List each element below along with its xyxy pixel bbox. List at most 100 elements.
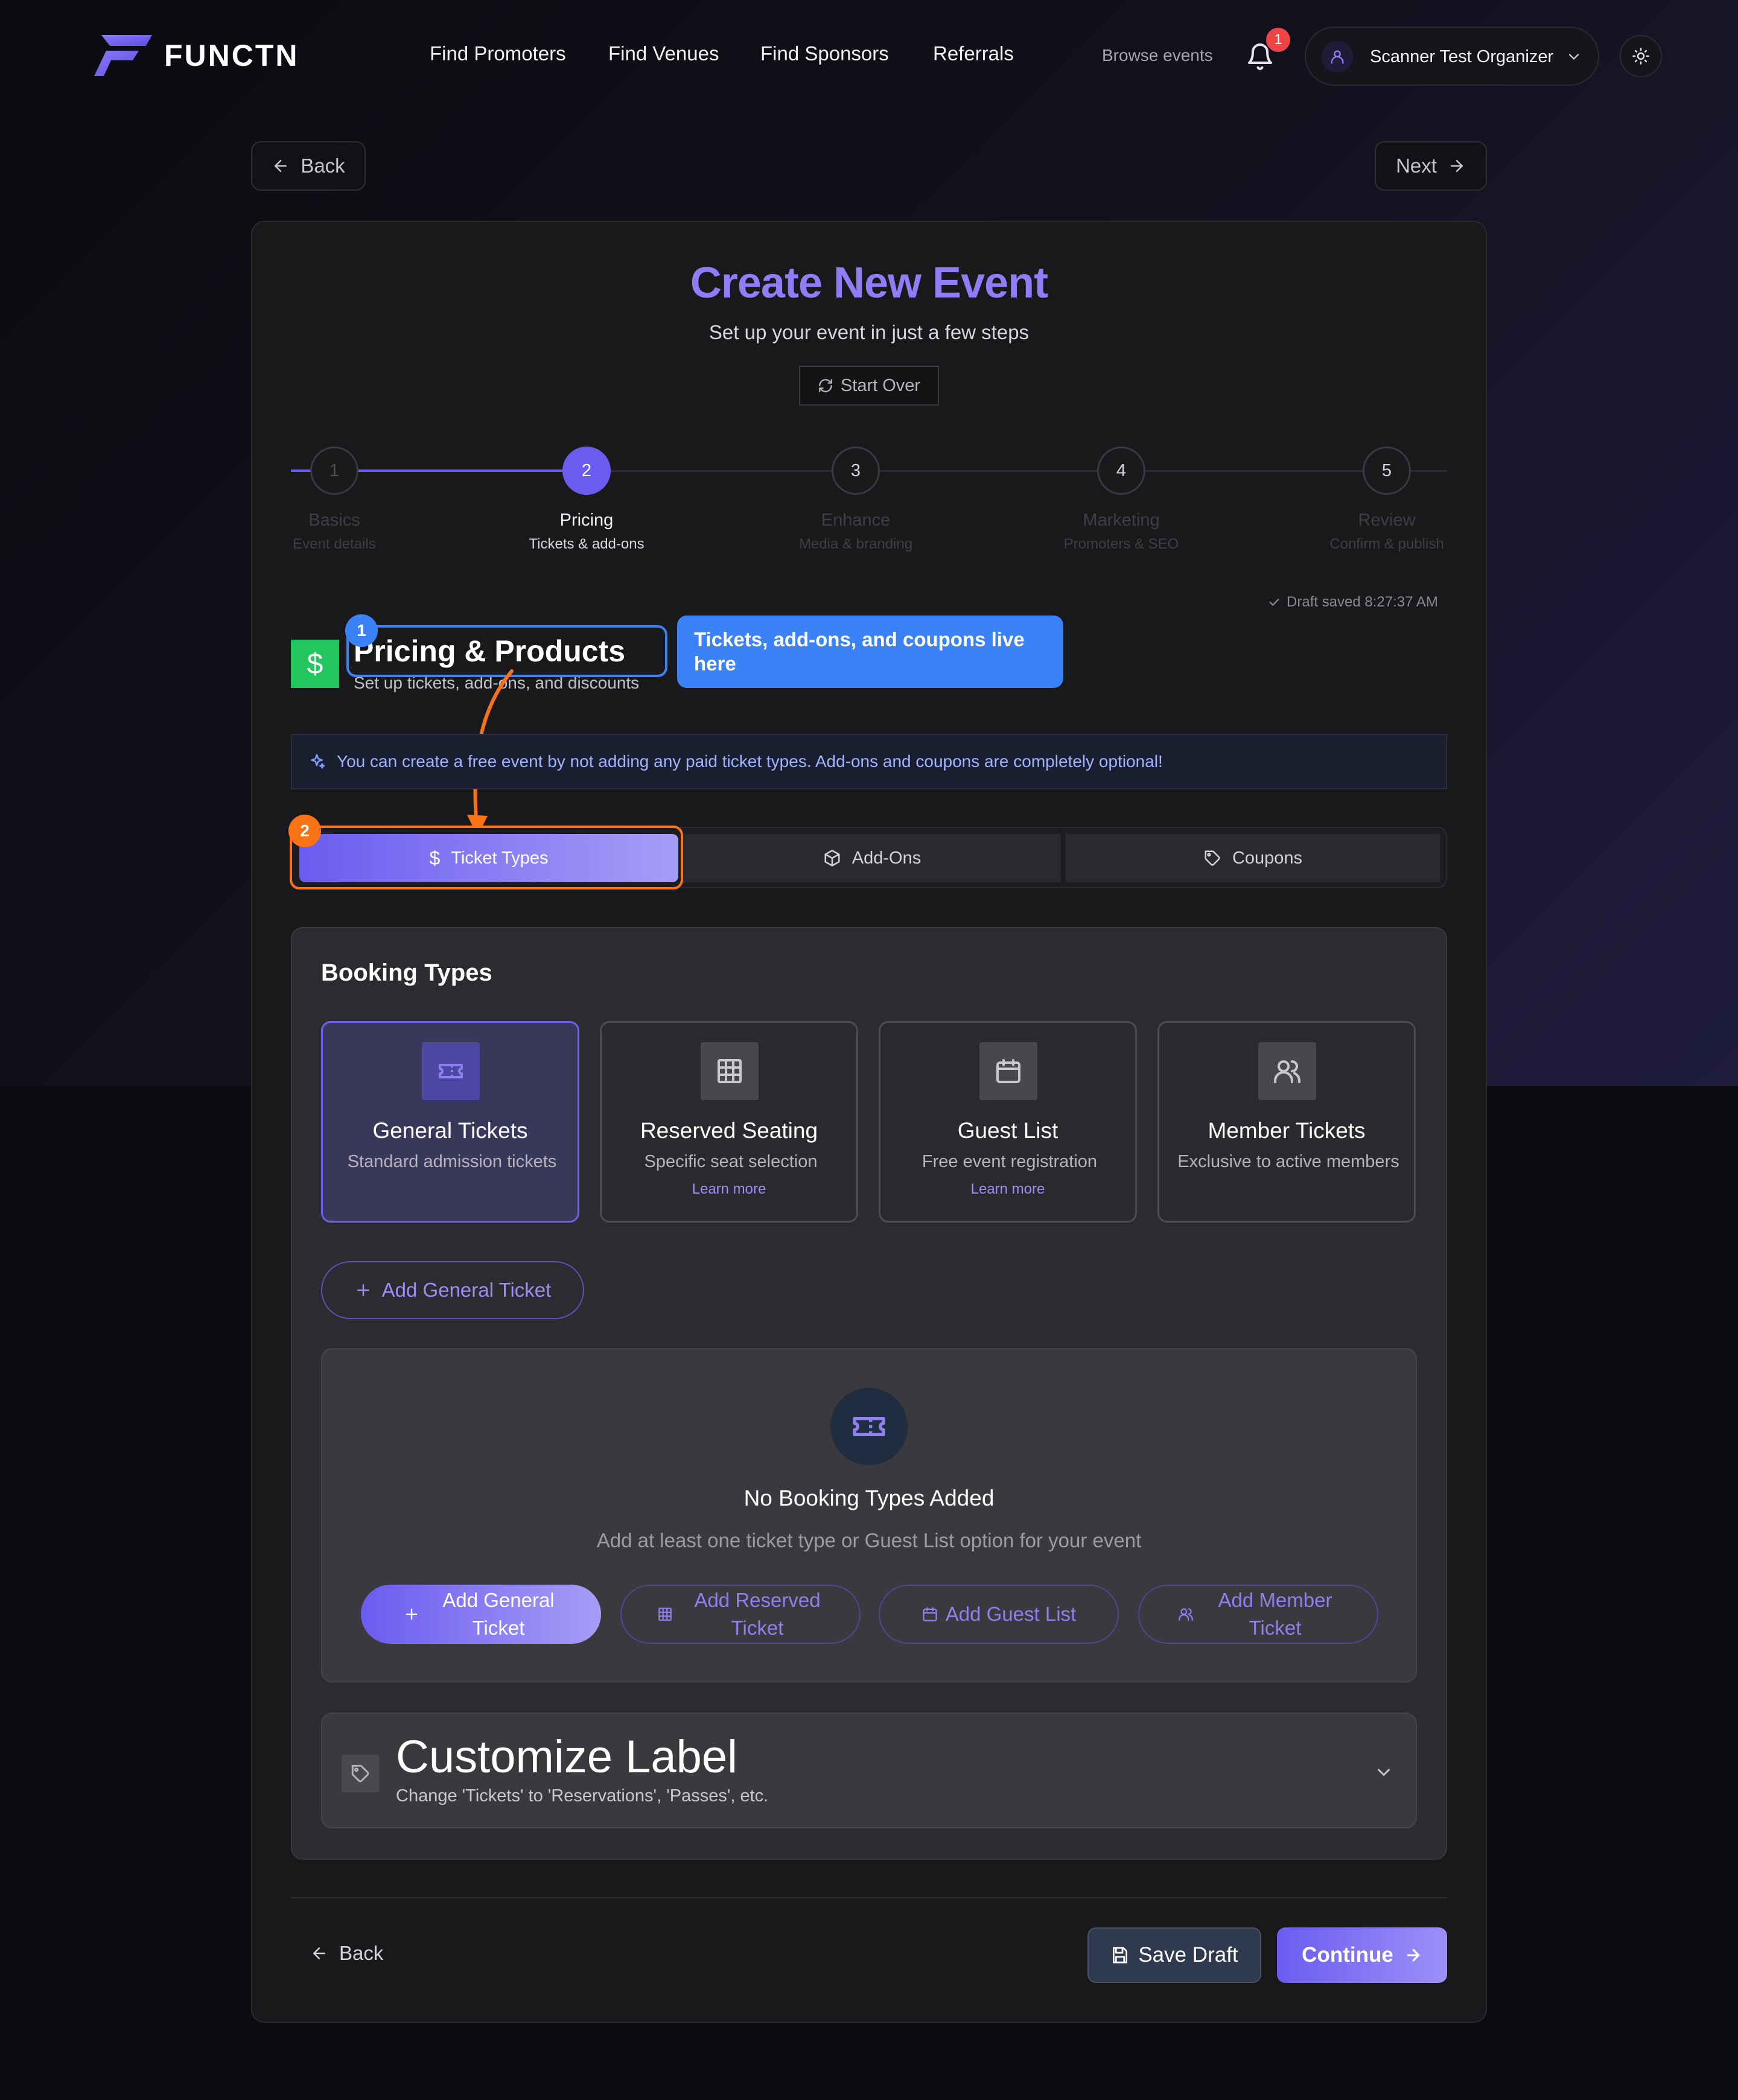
plus-icon [357, 1284, 369, 1296]
top-next-label: Next [1396, 154, 1437, 177]
step-4-sub: Promoters & SEO [1063, 536, 1179, 552]
nav-referrals[interactable]: Referrals [933, 42, 1014, 65]
page-subtitle: Set up your event in just a few steps [708, 321, 1030, 343]
empty-state-icon [830, 1388, 908, 1465]
footer-back-label: Back [339, 1942, 384, 1964]
customize-label-accordion[interactable]: Customize Label Change 'Tickets' to 'Res… [321, 1713, 1417, 1828]
booking-type-member[interactable]: Member Tickets Exclusive to active membe… [1157, 1021, 1416, 1223]
functn-logo[interactable]: FUNCTN [93, 34, 299, 77]
tutorial-badge-1: 1 [345, 614, 378, 647]
step-5-circle[interactable]: 5 [1363, 447, 1411, 495]
footer-back-button[interactable]: Back [310, 1942, 383, 1965]
chevron-down-icon [1378, 1769, 1390, 1777]
learn-more-link[interactable]: Learn more [880, 1181, 1135, 1198]
user-name: Scanner Test Organizer [1370, 47, 1554, 66]
refresh-icon [819, 379, 832, 392]
booking-type-title: General Tickets [372, 1118, 528, 1143]
ticket-icon [853, 1417, 885, 1436]
learn-more-link[interactable]: Learn more [602, 1181, 856, 1198]
browse-events-link[interactable]: Browse events [1102, 46, 1213, 65]
empty-state-title: No Booking Types Added [743, 1486, 995, 1510]
tutorial-highlight-2 [290, 826, 683, 889]
top-next-button[interactable]: Next [1375, 141, 1487, 191]
grid-icon [718, 1059, 742, 1083]
tab-add-ons[interactable]: Add-Ons [683, 834, 1061, 882]
nav-find-venues[interactable]: Find Venues [608, 42, 719, 65]
user-menu-button[interactable]: Scanner Test Organizer [1305, 27, 1599, 86]
draft-status: Draft saved 8:27:37 AM [1267, 594, 1438, 611]
continue-button[interactable]: Continue [1277, 1927, 1447, 1983]
arrow-left-icon [274, 160, 287, 172]
top-back-label: Back [301, 154, 345, 177]
step-5-label: Review [1358, 511, 1416, 530]
add-general-ticket-button[interactable]: Add General Ticket [321, 1261, 584, 1319]
arrow-left-icon [313, 1947, 325, 1959]
users-icon [1274, 1060, 1300, 1083]
empty-add-reserved-ticket-button[interactable]: Add Reserved Ticket [620, 1585, 861, 1644]
sun-icon [1632, 48, 1649, 65]
logo-text: FUNCTN [164, 39, 299, 72]
save-draft-button[interactable]: Save Draft [1087, 1927, 1261, 1983]
arrow-right-icon [1407, 1949, 1420, 1962]
booking-type-desc: Specific seat selection [644, 1152, 818, 1171]
step-1-circle[interactable]: 1 [310, 447, 358, 495]
step-4-label: Marketing [1083, 511, 1160, 530]
dollar-icon: $ [291, 640, 339, 688]
chevron-down-icon [1568, 54, 1579, 60]
booking-type-guest-list[interactable]: Guest List Free event registration Learn… [879, 1021, 1137, 1223]
tutorial-tooltip: Tickets, add-ons, and coupons live here [677, 616, 1063, 688]
calendar-icon [923, 1607, 937, 1621]
grid-icon [658, 1608, 672, 1621]
empty-add-guest-list-button[interactable]: Add Guest List [879, 1585, 1119, 1644]
booking-type-general[interactable]: General Tickets Standard admission ticke… [321, 1021, 579, 1223]
nav-find-promoters[interactable]: Find Promoters [430, 42, 566, 65]
user-icon [1331, 50, 1344, 64]
step-4-circle[interactable]: 4 [1097, 447, 1145, 495]
add-general-ticket-label: Add General Ticket [381, 1279, 552, 1301]
nav-find-sponsors[interactable]: Find Sponsors [760, 42, 889, 65]
theme-toggle-button[interactable] [1620, 35, 1662, 77]
step-1-sub: Event details [293, 536, 376, 552]
avatar [1322, 41, 1353, 72]
notification-count-badge: 1 [1266, 28, 1290, 52]
save-icon [1113, 1947, 1128, 1964]
empty-action-label: Add Guest List [945, 1603, 1077, 1625]
start-over-button[interactable]: Start Over [799, 366, 939, 406]
booking-type-title: Guest List [957, 1118, 1058, 1143]
booking-type-title: Member Tickets [1208, 1118, 1366, 1143]
step-3-label: Enhance [821, 511, 891, 530]
start-over-label: Start Over [840, 375, 921, 395]
check-icon [1269, 599, 1279, 606]
top-back-button[interactable]: Back [251, 141, 366, 191]
tag-icon [351, 1764, 369, 1783]
save-draft-label: Save Draft [1138, 1943, 1238, 1967]
booking-type-desc: Free event registration [922, 1152, 1098, 1171]
sparkles-icon [311, 754, 325, 769]
step-2-label: Pricing [559, 511, 614, 530]
empty-action-label: Add General Ticket [442, 1589, 555, 1639]
info-banner: You can create a free event by not addin… [291, 734, 1447, 789]
step-2-circle[interactable]: 2 [562, 447, 611, 495]
users-icon [1179, 1608, 1193, 1621]
page-title: Create New Event [690, 259, 1048, 307]
ticket-icon [439, 1064, 463, 1078]
calendar-icon [996, 1059, 1020, 1083]
booking-type-title: Reserved Seating [640, 1118, 818, 1143]
empty-add-general-ticket-button[interactable]: Add General Ticket [361, 1585, 601, 1644]
step-5-sub: Confirm & publish [1329, 536, 1444, 552]
package-icon [824, 850, 840, 867]
info-message: You can create a free event by not addin… [337, 752, 1163, 771]
continue-label: Continue [1302, 1943, 1393, 1967]
draft-status-text: Draft saved 8:27:37 AM [1287, 594, 1438, 610]
step-3-circle[interactable]: 3 [832, 447, 880, 495]
booking-type-desc: Standard admission tickets [347, 1152, 557, 1171]
logo-mark-icon [94, 35, 152, 76]
step-1-label: Basics [308, 511, 360, 530]
step-2-sub: Tickets & add-ons [529, 536, 645, 552]
empty-add-member-ticket-button[interactable]: Add Member Ticket [1138, 1585, 1378, 1644]
empty-action-label: Add Reserved Ticket [694, 1589, 821, 1639]
tab-label: Coupons [1232, 848, 1303, 868]
arrow-right-icon [1450, 160, 1463, 172]
booking-type-reserved[interactable]: Reserved Seating Specific seat selection… [600, 1021, 858, 1223]
tab-coupons[interactable]: Coupons [1066, 834, 1440, 882]
